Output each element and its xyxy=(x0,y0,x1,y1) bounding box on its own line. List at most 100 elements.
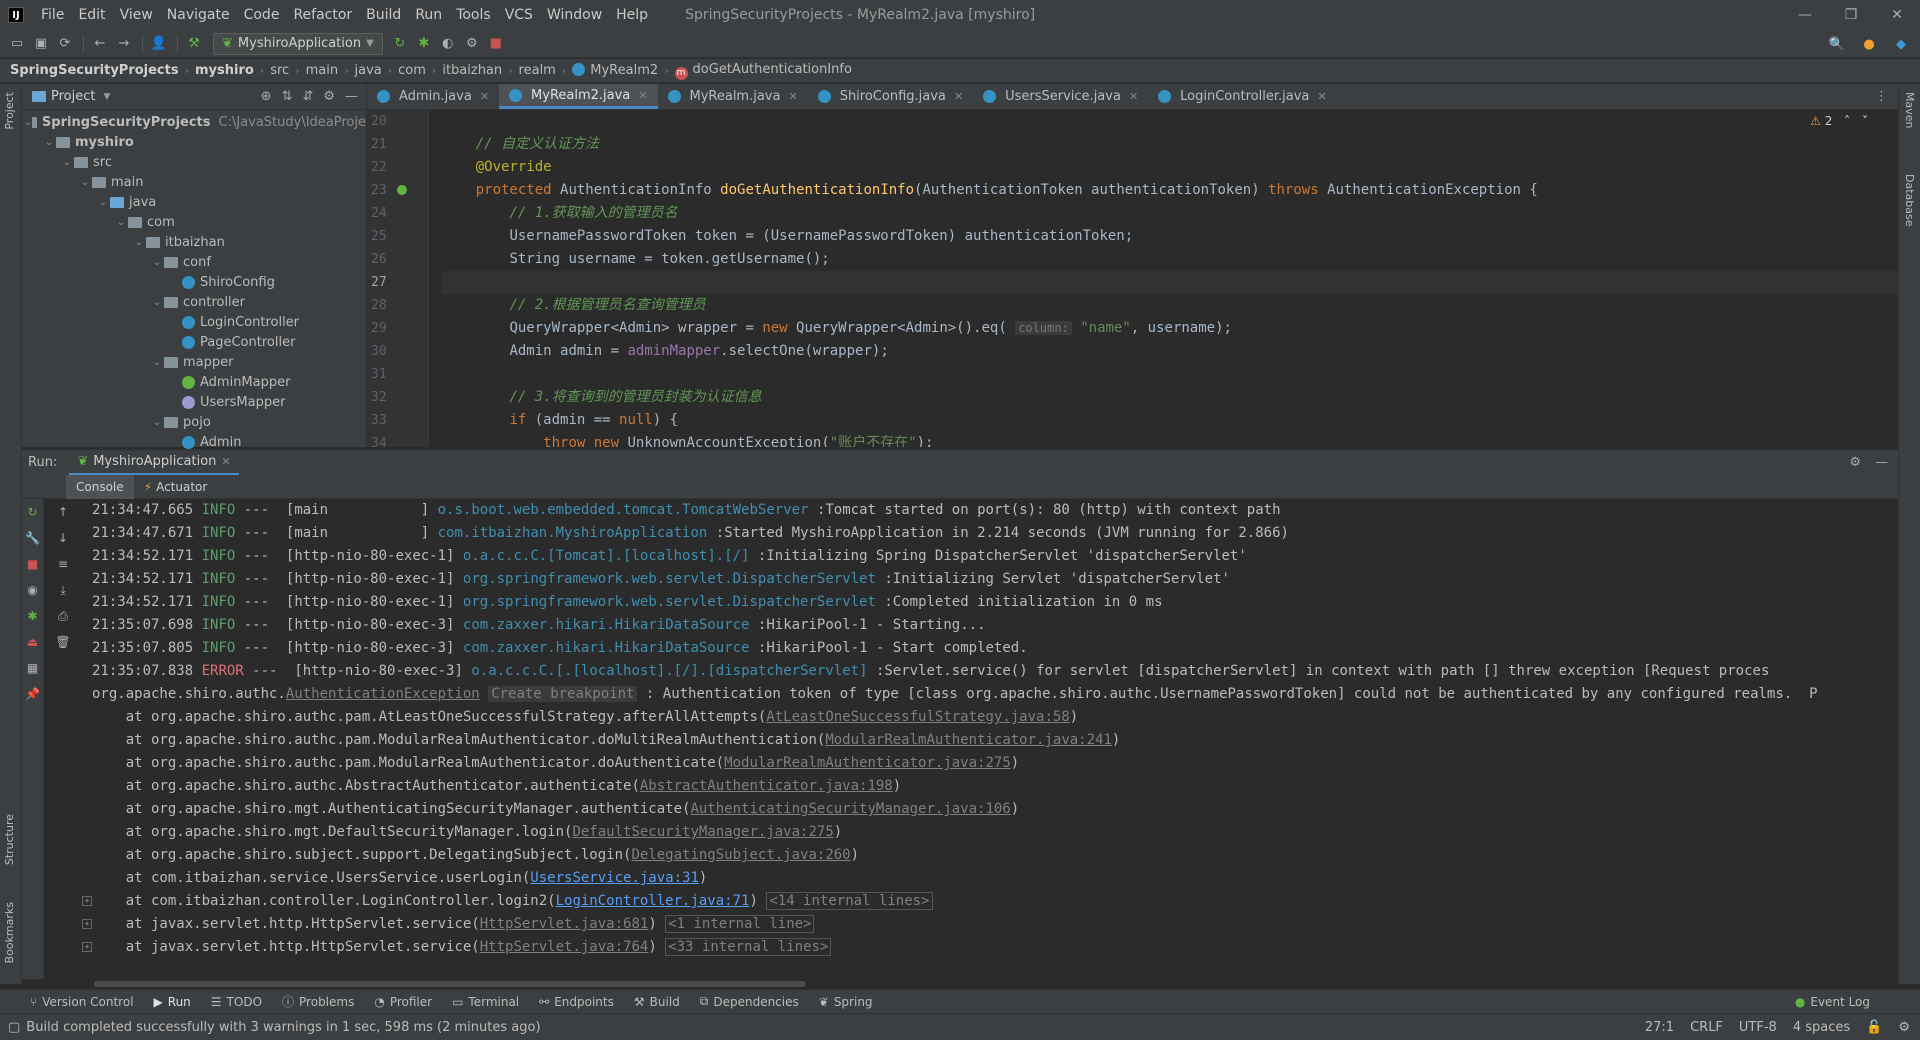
menu-window[interactable]: Window xyxy=(540,7,609,23)
close-icon[interactable]: ✕ xyxy=(1317,90,1326,103)
rerun-icon[interactable]: ↻ xyxy=(22,499,43,525)
line-separator[interactable]: CRLF xyxy=(1690,1020,1723,1035)
stack-frame-link[interactable]: DefaultSecurityManager.java:275 xyxy=(572,824,833,840)
console-output[interactable]: 21:34:47.665 INFO --- [main ] o.s.boot.w… xyxy=(82,499,1898,979)
stack-frame-link[interactable]: ModularRealmAuthenticator.java:241 xyxy=(825,732,1112,748)
menu-run[interactable]: Run xyxy=(408,7,449,23)
expand-all-icon[interactable]: ⇅ xyxy=(282,89,293,104)
tree-item[interactable]: ⌄ mapper xyxy=(22,352,366,372)
close-window-icon[interactable]: ✕ xyxy=(1874,0,1920,30)
tab-logincontroller-java[interactable]: LoginController.java ✕ xyxy=(1148,84,1336,109)
tree-item[interactable]: PageController xyxy=(22,332,366,352)
chevron-down-icon[interactable]: ▼ xyxy=(103,92,110,102)
lock-icon[interactable]: 🔓 xyxy=(1866,1020,1882,1035)
override-method-icon[interactable] xyxy=(397,185,407,195)
tree-item[interactable]: ⌄ java xyxy=(22,192,366,212)
close-icon[interactable]: ✕ xyxy=(788,90,797,103)
menu-build[interactable]: Build xyxy=(359,7,408,23)
debug-bug-icon[interactable]: ✱ xyxy=(22,603,43,629)
menu-tools[interactable]: Tools xyxy=(449,7,498,23)
back-icon[interactable]: ← xyxy=(89,33,111,55)
maven-tool-tab[interactable]: Maven xyxy=(1903,92,1916,128)
stop-icon[interactable]: ■ xyxy=(22,551,43,577)
menu-refactor[interactable]: Refactor xyxy=(286,7,359,23)
plugin-icon[interactable]: ◆ xyxy=(1890,33,1912,55)
menu-vcs[interactable]: VCS xyxy=(498,7,540,23)
stack-frame-link[interactable]: HttpServlet.java:764 xyxy=(480,939,649,955)
breadcrumb-item[interactable]: main xyxy=(306,63,338,78)
stack-frame-link[interactable]: DelegatingSubject.java:260 xyxy=(631,847,850,863)
stop-icon[interactable]: ■ xyxy=(485,33,507,55)
menu-edit[interactable]: Edit xyxy=(71,7,112,23)
status-message[interactable]: Build completed successfully with 3 warn… xyxy=(26,1020,540,1035)
internal-lines-fold[interactable]: <1 internal line> xyxy=(665,915,815,933)
expand-icon[interactable]: + xyxy=(82,942,92,952)
gear-icon[interactable]: ⚙ xyxy=(323,89,335,104)
close-icon[interactable]: ✕ xyxy=(221,455,230,468)
minimize-icon[interactable]: — xyxy=(1782,0,1828,30)
breadcrumb-item[interactable]: itbaizhan xyxy=(442,63,502,78)
menu-help[interactable]: Help xyxy=(609,7,655,23)
console-horizontal-scrollbar[interactable] xyxy=(94,981,806,987)
menu-view[interactable]: View xyxy=(113,7,160,23)
debug-bug-icon[interactable]: ✱ xyxy=(413,33,435,55)
more-run-icon[interactable]: ⚙ xyxy=(461,33,483,55)
stack-frame-link[interactable]: AbstractAuthenticator.java:198 xyxy=(640,778,893,794)
coverage-icon[interactable]: ◐ xyxy=(437,33,459,55)
tree-item[interactable]: ⌄ controller xyxy=(22,292,366,312)
collapse-all-icon[interactable]: ⇵ xyxy=(302,89,313,104)
tool-todo[interactable]: ☰ TODO xyxy=(211,995,262,1009)
caret-position[interactable]: 27:1 xyxy=(1645,1020,1674,1035)
tool-profiler[interactable]: ◔ Profiler xyxy=(374,995,432,1009)
updates-icon[interactable]: ● xyxy=(1858,33,1880,55)
tool-dependencies[interactable]: ⧉ Dependencies xyxy=(700,994,799,1009)
tab-usersservice-java[interactable]: UsersService.java ✕ xyxy=(973,84,1148,109)
tree-item[interactable]: AdminMapper xyxy=(22,372,366,392)
tab-actuator[interactable]: ⚡ Actuator xyxy=(134,475,218,499)
internal-lines-fold[interactable]: <33 internal lines> xyxy=(665,938,832,956)
soft-wrap-icon[interactable]: ≡ xyxy=(44,551,82,577)
close-icon[interactable]: ✕ xyxy=(480,90,489,103)
stack-frame-link[interactable]: HttpServlet.java:681 xyxy=(480,916,649,932)
user-icon[interactable]: 👤 xyxy=(148,33,170,55)
tab-myrealm2-java[interactable]: MyRealm2.java ✕ xyxy=(499,84,658,109)
tree-item[interactable]: ⌄ pojo xyxy=(22,412,366,432)
tool-build[interactable]: ⚒ Build xyxy=(634,995,680,1009)
breadcrumb-item[interactable]: m doGetAuthenticationInfo xyxy=(674,62,852,80)
database-tool-tab[interactable]: Database xyxy=(1903,174,1916,227)
tool-endpoints[interactable]: ⚯ Endpoints xyxy=(539,995,614,1009)
tree-item[interactable]: ⌄ itbaizhan xyxy=(22,232,366,252)
close-icon[interactable]: ✕ xyxy=(1129,90,1138,103)
open-folder-icon[interactable]: ▭ xyxy=(6,33,28,55)
stack-frame-link[interactable]: ModularRealmAuthenticator.java:275 xyxy=(724,755,1011,771)
more-tabs-icon[interactable]: ⋮ xyxy=(1875,89,1888,104)
create-breakpoint-button[interactable]: Create breakpoint xyxy=(488,686,638,702)
wrench-icon[interactable]: 🔧 xyxy=(22,525,43,551)
internal-lines-fold[interactable]: <14 internal lines> xyxy=(766,892,933,910)
code-editor[interactable]: 20 21 22 23 24 25 26 27 28 29 30 31 32 3… xyxy=(367,110,1898,447)
forward-icon[interactable]: → xyxy=(113,33,135,55)
tree-item[interactable]: LoginController xyxy=(22,312,366,332)
restore-icon[interactable]: ❐ xyxy=(1828,0,1874,30)
tool-event-log[interactable]: ● Event Log xyxy=(1795,995,1870,1009)
save-all-icon[interactable]: ▣ xyxy=(30,33,52,55)
breadcrumb-item[interactable]: SpringSecurityProjects xyxy=(10,63,179,78)
tool-spring[interactable]: ❦ Spring xyxy=(819,995,873,1009)
tree-item[interactable]: ⌄ conf xyxy=(22,252,366,272)
scroll-to-end-icon[interactable]: ⤓ xyxy=(44,577,82,603)
rerun-icon[interactable]: ↻ xyxy=(389,33,411,55)
trash-icon[interactable]: 🗑 xyxy=(44,629,82,655)
breadcrumb-item[interactable]: src xyxy=(270,63,289,78)
print-icon[interactable]: ⎙ xyxy=(44,603,82,629)
menu-code[interactable]: Code xyxy=(237,7,287,23)
expand-icon[interactable]: + xyxy=(82,896,92,906)
inspection-widget[interactable]: ⚠ 2 ˄ ˅ xyxy=(1810,114,1868,128)
tab-myrealm-java[interactable]: MyRealm.java ✕ xyxy=(658,84,808,109)
stack-frame-link[interactable]: LoginController.java:71 xyxy=(556,893,750,909)
search-icon[interactable]: 🔍 xyxy=(1826,33,1848,55)
tree-item[interactable]: ShiroConfig xyxy=(22,272,366,292)
tab-console[interactable]: Console xyxy=(66,474,134,499)
tab-admin-java[interactable]: Admin.java ✕ xyxy=(367,84,499,109)
tool-terminal[interactable]: ▭ Terminal xyxy=(452,995,519,1009)
tool-run[interactable]: ▶ Run xyxy=(154,995,191,1009)
